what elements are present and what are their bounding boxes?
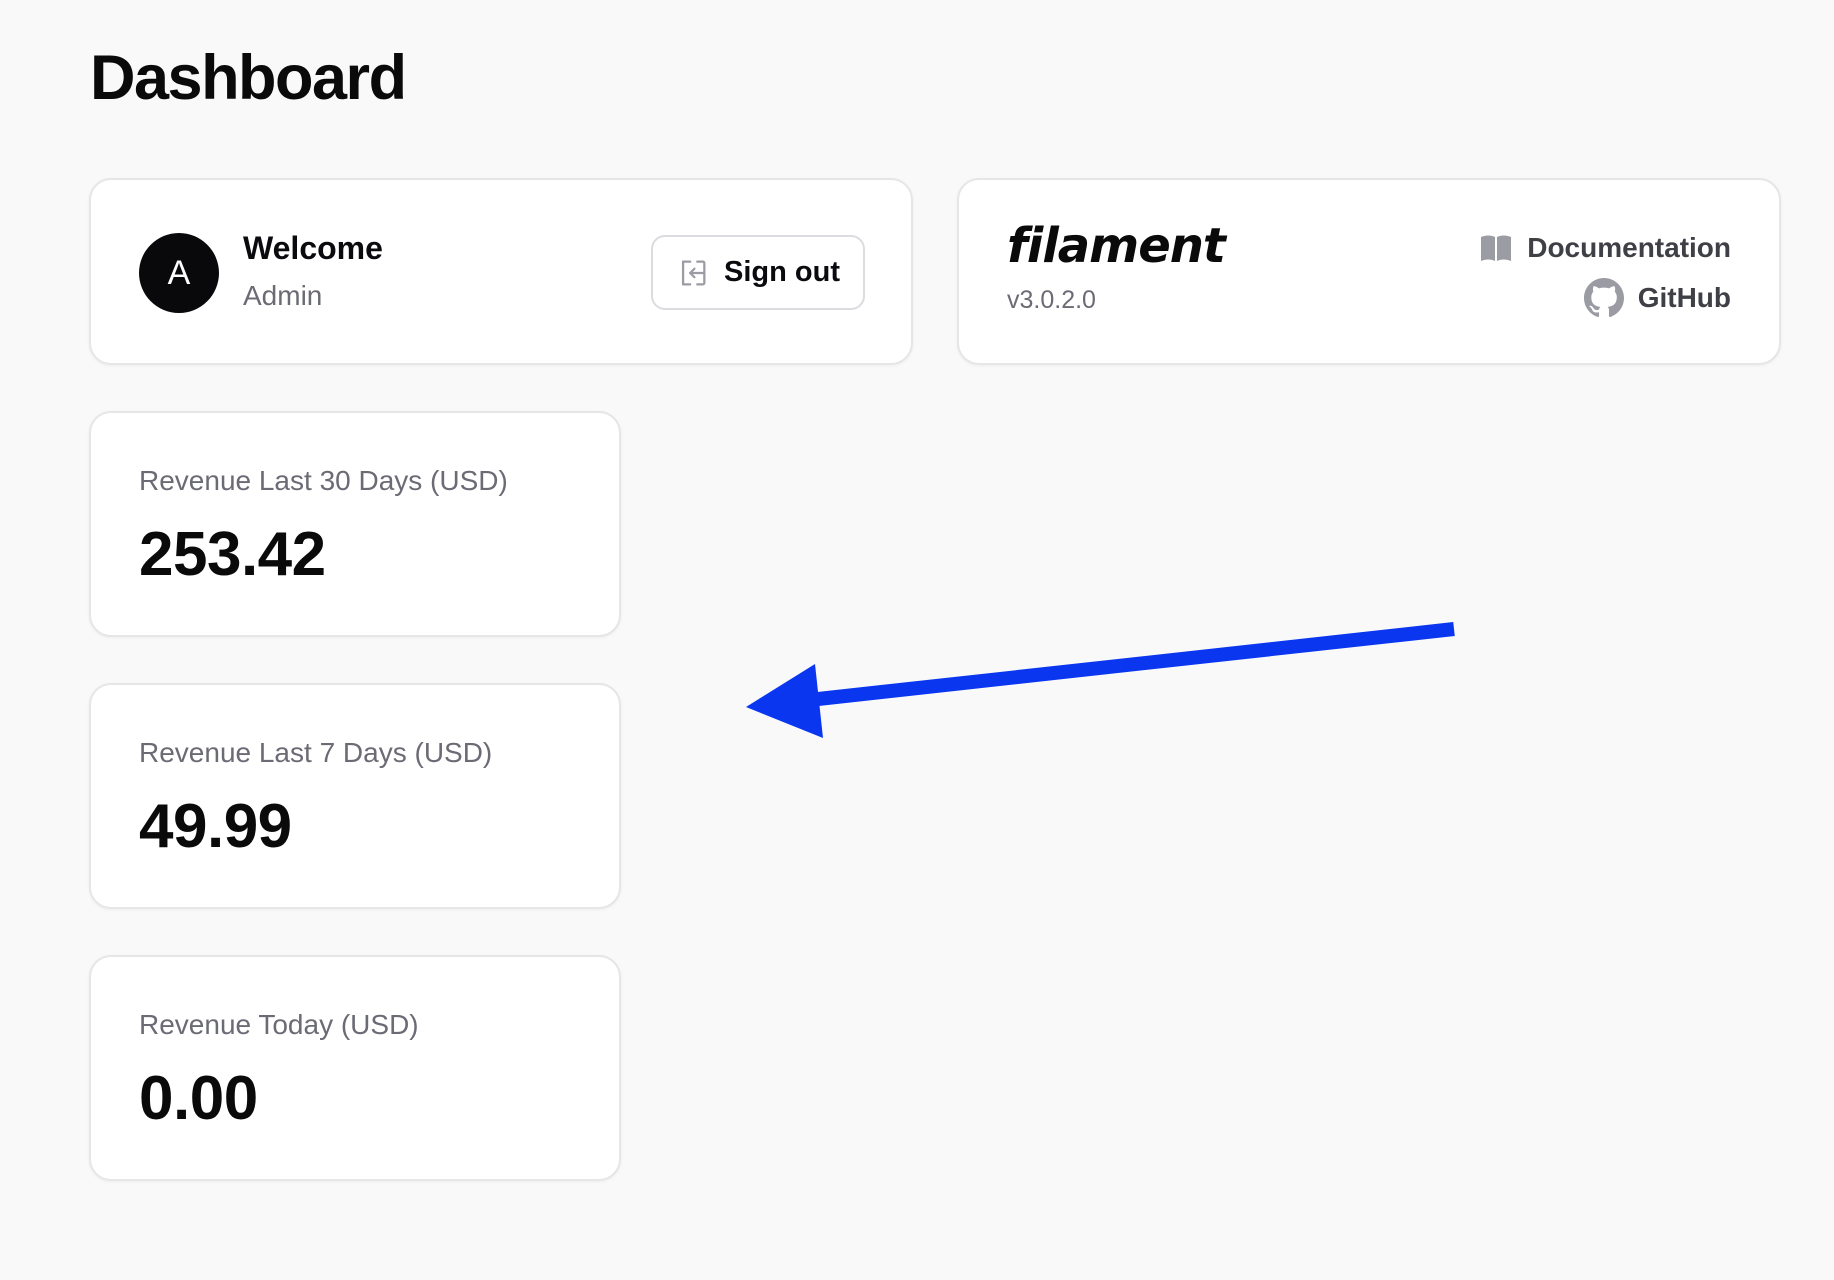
filament-logo[interactable]: filament <box>1007 218 1226 274</box>
stat-label: Revenue Today (USD) <box>139 1009 419 1040</box>
book-open-icon <box>1479 233 1513 263</box>
github-link[interactable]: GitHub <box>1583 278 1731 318</box>
welcome-heading: Welcome <box>243 230 383 266</box>
stat-value: 253.42 <box>139 520 326 589</box>
sign-out-icon <box>676 256 710 290</box>
github-icon <box>1583 278 1624 318</box>
stat-value: 49.99 <box>139 792 292 861</box>
user-name: Admin <box>243 280 323 311</box>
stat-card-revenue-30-days: Revenue Last 30 Days (USD) 253.42 <box>89 411 621 637</box>
avatar[interactable]: A <box>139 233 219 313</box>
sign-out-button[interactable]: Sign out <box>651 235 865 310</box>
documentation-link[interactable]: Documentation <box>1479 232 1731 264</box>
filament-info-widget: filament v3.0.2.0 Documentation GitHub <box>957 178 1781 365</box>
page-title: Dashboard <box>90 43 407 113</box>
documentation-label: Documentation <box>1527 232 1731 263</box>
account-widget: A Welcome Admin Sign out <box>89 178 913 365</box>
sign-out-label: Sign out <box>724 256 840 288</box>
stat-card-revenue-today: Revenue Today (USD) 0.00 <box>89 955 621 1181</box>
stat-card-revenue-7-days: Revenue Last 7 Days (USD) 49.99 <box>89 683 621 909</box>
version-label: v3.0.2.0 <box>1007 286 1096 314</box>
stat-label: Revenue Last 7 Days (USD) <box>139 737 493 768</box>
stat-value: 0.00 <box>139 1064 258 1133</box>
github-label: GitHub <box>1637 282 1731 313</box>
stat-label: Revenue Last 30 Days (USD) <box>139 465 508 496</box>
